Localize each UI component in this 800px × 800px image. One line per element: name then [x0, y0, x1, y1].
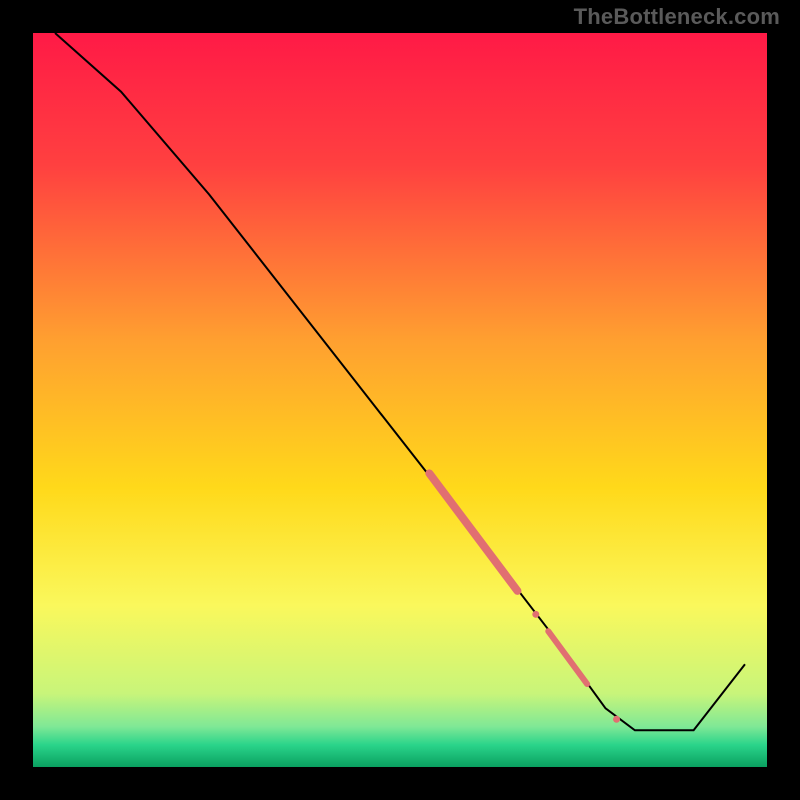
- highlight-dot: [613, 716, 620, 723]
- chart-container: { "watermark": "TheBottleneck.com", "cha…: [0, 0, 800, 800]
- chart-gradient-bg: [33, 33, 767, 767]
- bottleneck-chart: [0, 0, 800, 800]
- highlight-dot: [532, 611, 539, 618]
